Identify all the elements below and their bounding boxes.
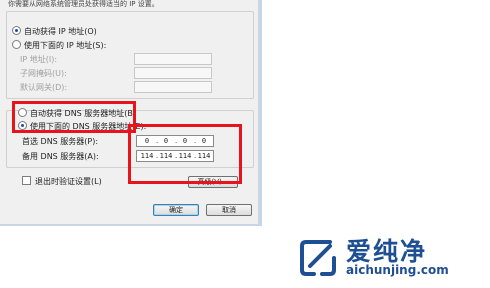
alternate-dns-label: 备用 DNS 服务器(A): (22, 152, 99, 161)
manual-ip-option[interactable]: 使用下面的 IP 地址(S): (12, 40, 106, 51)
auto-ip-label: 自动获得 IP 地址(O) (24, 27, 97, 36)
dns-options-highlight (12, 101, 136, 133)
manual-ip-label: 使用下面的 IP 地址(S): (24, 41, 107, 50)
subnet-mask-field[interactable] (134, 67, 212, 79)
cancel-button[interactable]: 取消 (206, 204, 252, 216)
ok-button[interactable]: 确定 (153, 204, 199, 216)
auto-ip-radio[interactable] (12, 26, 21, 35)
preferred-dns-label: 首选 DNS 服务器(P): (22, 137, 99, 146)
validate-on-exit-checkbox[interactable] (22, 176, 31, 185)
default-gateway-field[interactable] (134, 81, 212, 93)
default-gateway-label: 默认网关(D): (20, 83, 68, 92)
instruction-text: 你需要从网络系统管理员处获得适当的 IP 设置。 (8, 0, 159, 8)
aichunjing-logo-icon (300, 240, 336, 276)
watermark-domain-text: aichunjing.com (346, 263, 449, 277)
manual-ip-radio[interactable] (12, 40, 21, 49)
subnet-mask-label: 子网掩码(U): (20, 69, 67, 78)
ip-address-label: IP 地址(I): (20, 55, 58, 64)
validate-on-exit-label: 退出时验证设置(L) (35, 177, 102, 186)
dns-address-highlight (128, 124, 242, 184)
auto-ip-option[interactable]: 自动获得 IP 地址(O) (12, 26, 97, 37)
ip-address-field[interactable] (134, 53, 212, 65)
validate-on-exit-option[interactable]: 退出时验证设置(L) (22, 176, 102, 187)
site-watermark: 爱纯净 aichunjing.com (296, 232, 486, 284)
